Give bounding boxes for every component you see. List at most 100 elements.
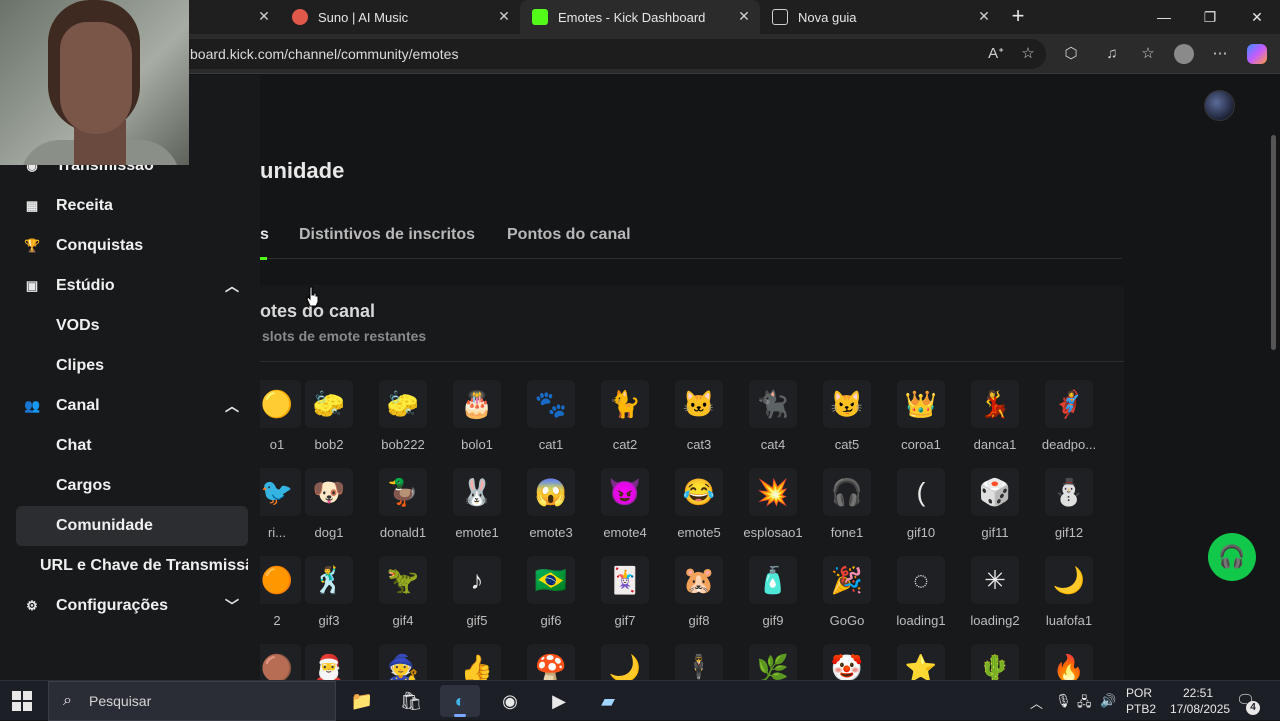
media-player-icon[interactable]: ▶ [539,685,579,717]
tab-close-icon[interactable]: ✕ [256,8,272,24]
sidebar-item-receita[interactable]: ▦ Receita [16,186,248,226]
sidebar-item-clipes[interactable]: Clipes [16,346,248,386]
emote-item[interactable]: 🕺 gif3 [292,556,366,636]
sidebar-item-cargos[interactable]: Cargos [16,466,248,506]
browser-tab-kick[interactable]: Emotes - Kick Dashboard ✕ [520,0,760,34]
read-aloud-icon[interactable]: Aᐩ [986,44,1006,64]
emote-item[interactable]: 🦸 deadpo... [1032,380,1106,460]
emote-item[interactable]: 👍 [440,644,514,680]
new-tab-button[interactable]: + [1006,5,1030,29]
emote-name: luafofa1 [1045,613,1093,628]
emote-item[interactable]: 🐶 dog1 [292,468,366,548]
emote-item[interactable]: ✳ loading2 [958,556,1032,636]
tab-close-icon[interactable]: ✕ [976,8,992,24]
extensions-icon[interactable]: ⬡ [1061,44,1081,64]
emote-item[interactable]: 🎧 fone1 [810,468,884,548]
sidebar-item-vods[interactable]: VODs [16,306,248,346]
emote-item[interactable]: 🎉 GoGo [810,556,884,636]
emote-item[interactable]: (gif10 [884,468,958,548]
emote-item[interactable]: 🦆 donald1 [366,468,440,548]
browser-tab-new[interactable]: Nova guia ✕ [760,0,1000,34]
favorites-icon[interactable]: ☆ [1138,44,1158,64]
sidebar-item-conquistas[interactable]: 🏆 Conquistas [16,226,248,266]
emote-item[interactable]: 🔥 [1032,644,1106,680]
emote-item[interactable]: 🌙 [588,644,662,680]
browser-tab-0[interactable]: ✕ [190,0,280,34]
emote-item[interactable]: 🧽 bob2 [292,380,366,460]
url-field[interactable]: board.kick.com/channel/community/emotes [150,39,1046,69]
emote-item[interactable]: 💥 esplosao1 [736,468,810,548]
window-close-button[interactable]: ✕ [1234,0,1280,34]
microsoft-store-icon[interactable]: 🛍 [391,685,431,717]
sidebar-item-canal[interactable]: 👥 Canal ︿ [16,386,248,426]
emote-item[interactable]: 🧙 [366,644,440,680]
emote-item[interactable]: 🃏 gif7 [588,556,662,636]
profile-icon[interactable] [1174,44,1194,64]
chevron-up-icon[interactable]: ︿ [222,276,242,296]
emote-item[interactable]: 🐈‍⬛ cat4 [736,380,810,460]
emote-item[interactable]: 😈 emote4 [588,468,662,548]
emote-item[interactable]: ◌ loading1 [884,556,958,636]
emote-item[interactable]: 🧽 bob222 [366,380,440,460]
browser-tab-suno[interactable]: Suno | AI Music ✕ [280,0,520,34]
emote-item[interactable]: ⭐ [884,644,958,680]
volume-icon[interactable]: 🔊 [1100,693,1116,709]
emote-item[interactable]: 🌵 [958,644,1032,680]
emote-item[interactable]: 🌙 luafofa1 [1032,556,1106,636]
sidebar-item-comunidade[interactable]: Comunidade [16,506,248,546]
tab-close-icon[interactable]: ✕ [736,8,752,24]
tab-channel-points[interactable]: Pontos do canal [507,226,631,244]
language-indicator[interactable]: POR PTB2 [1126,685,1156,717]
microphone-icon[interactable]: 🎙 [1055,693,1072,709]
emote-item[interactable]: 😼 cat5 [810,380,884,460]
notes-app-icon[interactable]: ▰ [588,685,628,717]
page-scrollbar[interactable] [1271,135,1276,350]
emote-item[interactable]: 🐈 cat2 [588,380,662,460]
emote-item[interactable]: 💃 danca1 [958,380,1032,460]
emote-item[interactable]: 🐾 cat1 [514,380,588,460]
minimize-button[interactable]: — [1141,0,1187,34]
emote-item[interactable]: 🐱 cat3 [662,380,736,460]
emote-item[interactable]: 🍄 [514,644,588,680]
emote-item[interactable]: 🦖 gif4 [366,556,440,636]
edge-browser-icon[interactable]: ◐ [440,685,480,717]
emote-item[interactable]: 👑 coroa1 [884,380,958,460]
tab-emotes[interactable]: s [260,226,269,244]
sidebar-item-url-chave[interactable]: URL e Chave de Transmissão [16,546,248,586]
tab-close-icon[interactable]: ✕ [496,8,512,24]
chevron-up-icon[interactable]: ︿ [222,396,242,416]
emote-item[interactable]: 🕴 [662,644,736,680]
emote-item[interactable]: ♪ gif5 [440,556,514,636]
emote-item[interactable]: 🧴 gif9 [736,556,810,636]
more-menu-icon[interactable]: ⋯ [1210,44,1230,64]
emote-item[interactable]: 🎂 bolo1 [440,380,514,460]
emote-item[interactable]: 🐰 emote1 [440,468,514,548]
network-icon[interactable]: 🖧 [1077,693,1092,715]
sidebar-item-configuracoes[interactable]: ⚙ Configurações ﹀ [16,586,248,626]
show-hidden-icons-icon[interactable]: ︿ [1030,693,1043,712]
obs-studio-icon[interactable]: ◉ [490,685,530,717]
emote-item[interactable]: 🎅 [292,644,366,680]
sidebar-item-estudio[interactable]: ▣ Estúdio ︿ [16,266,248,306]
tab-subscriber-badges[interactable]: Distintivos de inscritos [299,226,475,244]
browser-essentials-icon[interactable]: ♫ [1102,44,1122,64]
clock[interactable]: 22:51 17/08/2025 [1170,685,1230,717]
file-explorer-icon[interactable]: 📁 [342,685,382,717]
support-chat-button[interactable]: 🎧 [1208,533,1256,581]
emote-item[interactable]: 😱 emote3 [514,468,588,548]
favorite-star-icon[interactable]: ☆ [1018,44,1038,64]
emote-item[interactable]: 🤡 [810,644,884,680]
emote-item[interactable]: 🇧🇷 gif6 [514,556,588,636]
windows-start-icon[interactable] [12,691,32,711]
copilot-icon[interactable] [1247,44,1267,64]
restore-button[interactable]: ❐ [1187,0,1233,34]
emote-item[interactable]: 🌿 [736,644,810,680]
sidebar-item-chat[interactable]: Chat [16,426,248,466]
emote-item[interactable]: 🐹 gif8 [662,556,736,636]
url-text[interactable]: board.kick.com/channel/community/emotes [190,46,458,62]
emote-item[interactable]: 🎲 gif11 [958,468,1032,548]
emote-item[interactable]: 😂 emote5 [662,468,736,548]
chevron-down-icon[interactable]: ﹀ [222,596,242,616]
emote-item[interactable]: ⛄ gif12 [1032,468,1106,548]
taskbar-search-box[interactable]: ⌕ Pesquisar [48,681,336,721]
